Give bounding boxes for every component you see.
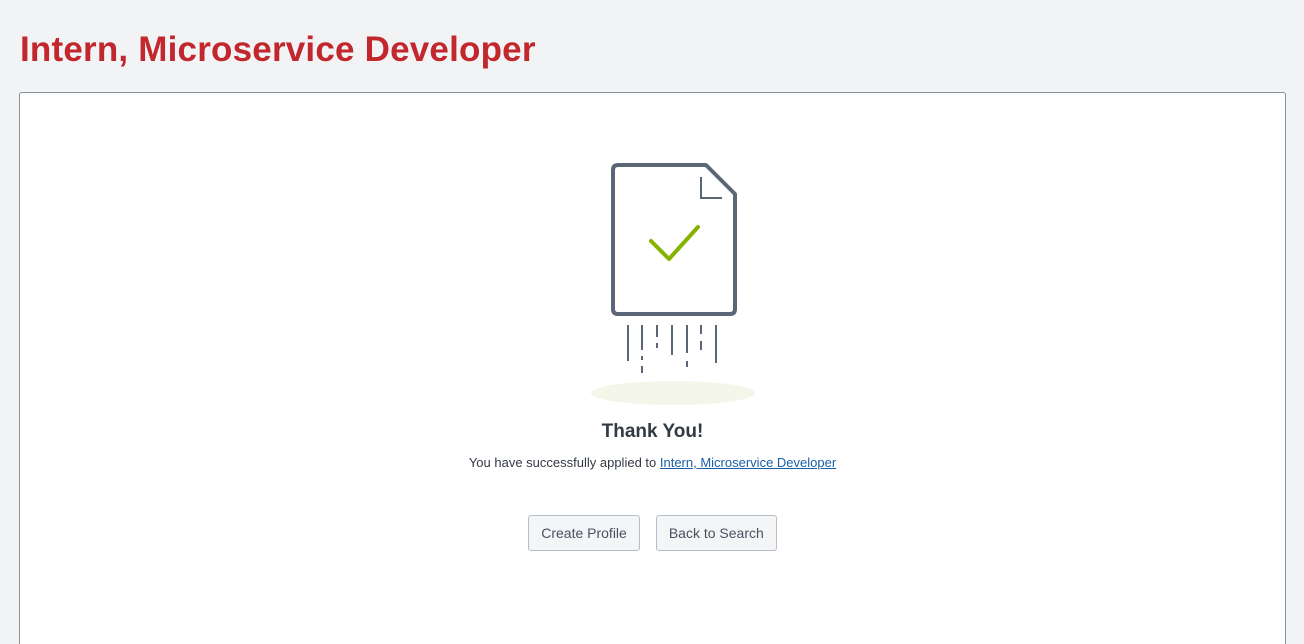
application-confirmation-page: Intern, Microservice Developer Thank You…: [0, 0, 1304, 644]
back-to-search-button[interactable]: Back to Search: [655, 515, 777, 551]
create-profile-button[interactable]: Create Profile: [528, 515, 640, 551]
message-text: You have successfully applied to: [468, 455, 657, 470]
confirmation-card: Thank You! You have successfully applied…: [19, 92, 1286, 644]
confirmation-message: You have successfully applied to Intern,…: [20, 455, 1285, 470]
action-buttons: Create Profile Back to Search: [20, 515, 1285, 551]
document-check-icon: [591, 163, 755, 405]
page-title: Intern, Microservice Developer: [20, 30, 536, 69]
thank-you-heading: Thank You!: [601, 421, 704, 442]
job-title-link[interactable]: Intern, Microservice Developer: [660, 455, 836, 470]
